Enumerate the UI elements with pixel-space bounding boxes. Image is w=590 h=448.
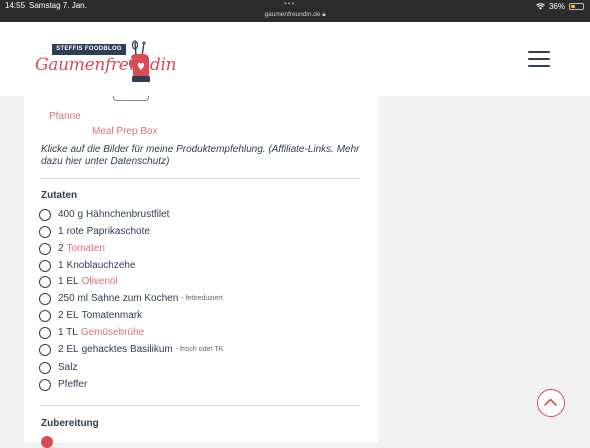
battery-icon bbox=[569, 2, 584, 10]
battery-percent: 36% bbox=[548, 1, 565, 11]
checkbox-circle-icon[interactable] bbox=[39, 343, 51, 356]
checkbox-circle-icon[interactable] bbox=[39, 208, 51, 221]
ingredient-item[interactable]: 1 rote Paprikaschote bbox=[39, 224, 150, 239]
status-time: 14:55 bbox=[5, 1, 26, 10]
ingredient-amount: 1 TL bbox=[58, 327, 78, 338]
ingredient-name: Tomatenmark bbox=[81, 310, 143, 321]
url-text: gaumenfreundin.de bbox=[264, 11, 321, 18]
ingredient-amount: 1 bbox=[58, 226, 64, 237]
site-logo[interactable]: STEFFIS FOODBLOG Gaumenfreundin bbox=[32, 38, 177, 88]
preparation-title: Zubereitung bbox=[41, 418, 99, 429]
site-header: STEFFIS FOODBLOG Gaumenfreundin bbox=[0, 22, 590, 96]
ingredient-amount: 2 EL bbox=[58, 344, 79, 355]
ingredient-item[interactable]: 1 EL Olivenöl bbox=[39, 274, 118, 289]
checkbox-circle-icon[interactable] bbox=[39, 326, 51, 339]
ingredient-name: rote Paprikaschote bbox=[66, 226, 150, 237]
status-date: Samstag 7. Jan. bbox=[29, 1, 87, 10]
ingredient-item[interactable]: Salz bbox=[39, 360, 77, 375]
ingredient-amount: 2 EL bbox=[58, 310, 79, 321]
checkbox-circle-icon[interactable] bbox=[39, 259, 51, 272]
ingredient-amount: 1 bbox=[58, 260, 64, 271]
ingredient-item[interactable]: 2 EL gehacktes Basilikum - frisch oder T… bbox=[39, 342, 223, 357]
ingredient-item[interactable]: 2 EL Tomatenmark bbox=[39, 308, 142, 323]
affiliate-note: Klicke auf die Bilder für meine Produkte… bbox=[41, 144, 360, 167]
ingredient-amount: 400 g bbox=[58, 209, 84, 220]
ingredient-link[interactable]: Gemüsebrühe bbox=[81, 327, 144, 338]
ingredient-item[interactable]: 1 TL Gemüsebrühe bbox=[39, 325, 144, 340]
checkbox-circle-icon[interactable] bbox=[39, 361, 51, 374]
divider bbox=[40, 178, 360, 179]
ingredient-name: Salz bbox=[58, 362, 78, 373]
checkbox-circle-icon[interactable] bbox=[39, 378, 51, 391]
ingredient-amount: 250 ml bbox=[58, 293, 89, 304]
ingredient-name: Hähnchenbrustfilet bbox=[86, 209, 170, 220]
recipe-card: Pfanne Meal Prep Box Klicke auf die Bild… bbox=[24, 96, 378, 448]
status-bar: 14:55 Samstag 7. Jan. ••• gaumenfreundin… bbox=[0, 0, 590, 22]
ingredient-item[interactable]: Pfeffer bbox=[39, 377, 87, 392]
lock-icon: 🔒︎ bbox=[322, 12, 326, 18]
step-number-badge bbox=[41, 436, 53, 448]
menu-icon[interactable] bbox=[528, 51, 550, 67]
ingredient-amount: 2 bbox=[58, 243, 64, 254]
ingredient-item[interactable]: 250 ml Sahne zum Kochen - fettreduziert bbox=[39, 291, 223, 306]
ingredient-link[interactable]: Tomaten bbox=[67, 243, 105, 254]
logo-banner: STEFFIS FOODBLOG bbox=[52, 44, 126, 55]
ingredient-note: - frisch oder TK bbox=[175, 346, 224, 353]
oven-mitt-icon bbox=[128, 40, 150, 82]
equipment-link-meal-prep-box[interactable]: Meal Prep Box bbox=[92, 126, 158, 137]
wifi-icon bbox=[536, 2, 545, 9]
ingredient-item[interactable]: 400 g Hähnchenbrustfilet bbox=[39, 207, 169, 222]
equipment-link-pfanne[interactable]: Pfanne bbox=[49, 111, 81, 122]
divider bbox=[40, 405, 360, 406]
chevron-up-icon bbox=[544, 398, 557, 406]
checkbox-circle-icon[interactable] bbox=[39, 275, 51, 288]
checkbox-circle-icon[interactable] bbox=[39, 292, 51, 305]
ingredient-link[interactable]: Olivenöl bbox=[82, 276, 118, 287]
multitask-dots-icon[interactable]: ••• bbox=[284, 0, 295, 8]
ingredient-item[interactable]: 2 Tomaten bbox=[39, 241, 105, 256]
ingredient-name: Knoblauchzehe bbox=[66, 260, 136, 271]
ingredient-name: gehacktes Basilikum bbox=[81, 344, 173, 355]
checkbox-circle-icon[interactable] bbox=[39, 309, 51, 322]
checkbox-circle-icon[interactable] bbox=[39, 242, 51, 255]
ingredient-name: Pfeffer bbox=[58, 379, 88, 390]
ingredient-item[interactable]: 1 Knoblauchzehe bbox=[39, 258, 136, 273]
ingredient-amount: 1 EL bbox=[58, 276, 79, 287]
logo-name: Gaumenfreundin bbox=[35, 55, 177, 75]
checkbox-circle-icon[interactable] bbox=[39, 225, 51, 238]
scroll-to-top-button[interactable] bbox=[537, 389, 565, 417]
ingredients-title: Zutaten bbox=[41, 190, 78, 201]
ingredient-name: Sahne zum Kochen bbox=[91, 293, 179, 304]
url-bar[interactable]: gaumenfreundin.de 🔒︎ bbox=[0, 11, 590, 19]
ingredient-note: - fettreduziert bbox=[181, 295, 223, 302]
product-image-partial[interactable] bbox=[113, 96, 149, 101]
